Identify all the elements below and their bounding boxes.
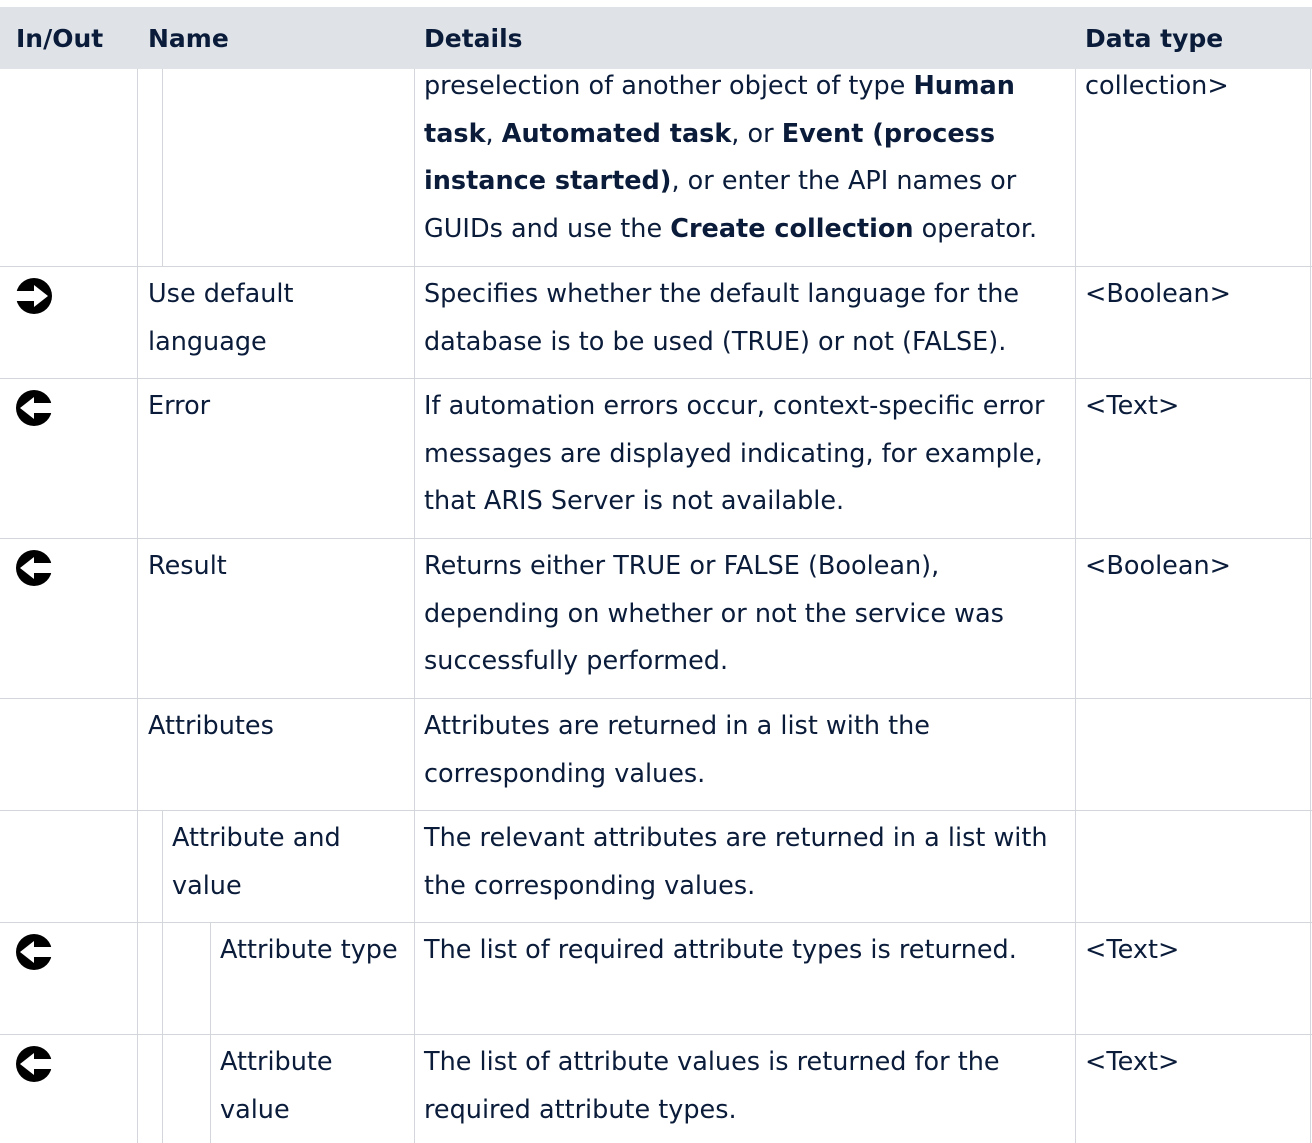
row-details: The relevant attributes are returned in …	[424, 823, 1048, 901]
row-data-type: <Text>	[1085, 935, 1180, 965]
row-details: The list of required attribute types is …	[424, 935, 1017, 965]
row-name: Attribute type	[220, 935, 398, 965]
details-bold-text: Create collection	[670, 213, 914, 244]
row-data-type: <Boolean>	[1085, 551, 1231, 581]
details-text: ,	[485, 118, 502, 149]
indent-line	[162, 69, 163, 266]
row-divider	[0, 922, 1312, 923]
details-bold-text: Automated task	[501, 118, 732, 149]
indent-line	[210, 922, 211, 1143]
row-details: Returns either TRUE or FALSE (Boolean), …	[424, 551, 1004, 676]
row-divider	[0, 378, 1312, 379]
row-name: Result	[148, 551, 227, 581]
arrow-left-circle-icon	[16, 390, 52, 426]
header-in-out: In/Out	[16, 24, 104, 53]
arrow-left-circle-icon	[16, 550, 52, 586]
row-divider	[0, 266, 1312, 267]
row-details: Specifies whether the default language f…	[424, 279, 1020, 357]
row-name: Use default language	[148, 279, 294, 357]
row-details: Attributes are returned in a list with t…	[424, 711, 930, 789]
arrow-left-circle-icon	[16, 1046, 52, 1082]
row-divider	[0, 698, 1312, 699]
table-header: In/Out Name Details Data type	[0, 7, 1312, 69]
row-data-type: <Text>	[1085, 391, 1180, 421]
header-data-type: Data type	[1085, 24, 1224, 53]
details-text: preselection of another object of type	[424, 71, 914, 101]
row-data-type: collection>	[1085, 71, 1229, 101]
row-name: Attributes	[148, 711, 274, 741]
document-page: In/Out Name Details Data type preselecti…	[0, 0, 1312, 1143]
row-divider	[0, 538, 1312, 539]
header-name: Name	[148, 24, 229, 53]
details-text: operator.	[913, 213, 1038, 244]
row-details: The list of attribute values is returned…	[424, 1047, 1000, 1125]
details-text: , or	[731, 118, 782, 149]
row-data-type: <Text>	[1085, 1047, 1180, 1077]
header-details: Details	[424, 24, 523, 53]
arrow-right-circle-icon	[16, 278, 52, 314]
column-divider-inout	[137, 69, 138, 1143]
row-details: If automation errors occur, context-spec…	[424, 391, 1045, 516]
column-divider-details	[1075, 69, 1076, 1143]
row-data-type: <Boolean>	[1085, 279, 1231, 309]
row-name: Error	[148, 391, 211, 421]
row-divider	[0, 1034, 1312, 1035]
column-divider-right	[1310, 69, 1311, 1143]
row-name: Attribute value	[220, 1047, 333, 1125]
indent-line	[162, 810, 163, 1143]
row-divider	[0, 810, 1312, 811]
row-details: preselection of another object of type H…	[424, 63, 1069, 253]
arrow-left-circle-icon	[16, 934, 52, 970]
row-name: Attribute and value	[172, 823, 341, 901]
column-divider-name	[414, 69, 415, 1143]
